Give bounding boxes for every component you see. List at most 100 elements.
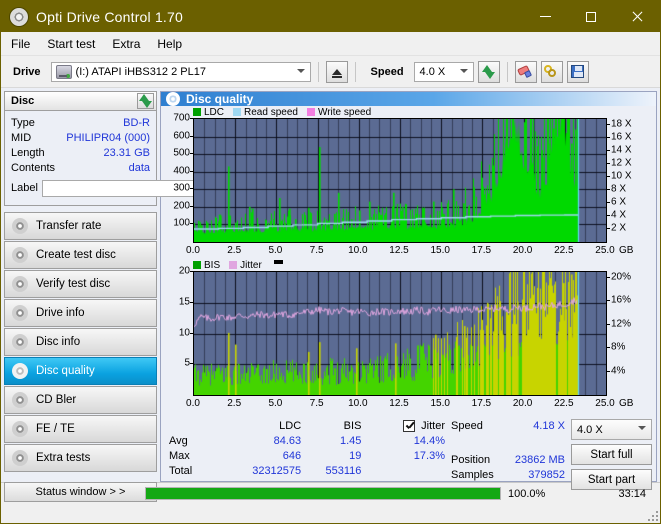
sidebar-item-disc-info[interactable]: Disc info bbox=[4, 328, 157, 356]
stats-avg-jitter: 14.4% bbox=[413, 434, 445, 447]
legend-item-ldc: LDC bbox=[193, 107, 224, 118]
title-bar: Opti Drive Control 1.70 bbox=[1, 1, 660, 32]
menu-item-start-test[interactable]: Start test bbox=[47, 35, 105, 53]
sidebar-item-transfer-rate[interactable]: Transfer rate bbox=[4, 212, 157, 240]
chain-button[interactable] bbox=[540, 60, 563, 83]
close-button[interactable] bbox=[614, 1, 660, 32]
sidebar-item-label: Disc info bbox=[36, 336, 81, 348]
maximize-button[interactable] bbox=[568, 1, 614, 32]
application-window: Opti Drive Control 1.70 File Start test … bbox=[0, 0, 661, 524]
sidebar-item-verify-test-disc[interactable]: Verify test disc bbox=[4, 270, 157, 298]
jitter-checkbox[interactable] bbox=[403, 419, 416, 432]
disc-label-caption: Label bbox=[11, 182, 38, 194]
toolbar-divider bbox=[317, 61, 319, 82]
start-full-button[interactable]: Start full bbox=[571, 444, 652, 465]
sidebar-item-label: Drive info bbox=[36, 307, 85, 319]
disc-type-value: BD-R bbox=[123, 116, 150, 129]
disc-panel-header: Disc bbox=[4, 91, 157, 111]
statistics-table: LDC BIS Jitter Avg 84.63 1.45 14.4% Max … bbox=[161, 418, 451, 490]
sidebar-item-disc-quality[interactable]: Disc quality bbox=[4, 357, 157, 385]
legend-swatch-read-speed bbox=[233, 108, 242, 116]
menu-item-help[interactable]: Help bbox=[157, 35, 192, 53]
chevron-down-icon bbox=[638, 425, 646, 433]
axis-tick-label: 20 bbox=[178, 265, 190, 277]
stats-header-bis: BIS bbox=[343, 419, 362, 432]
axis-tick-label: 12.5 bbox=[389, 398, 409, 409]
legend-item-jitter: Jitter bbox=[229, 260, 262, 271]
axis-tick-label: 20.0 bbox=[512, 398, 533, 409]
axis-tick-label: 14 X bbox=[611, 144, 632, 156]
sidebar-item-fe-te[interactable]: FE / TE bbox=[4, 415, 157, 443]
disc-length-value: 23.31 GB bbox=[103, 146, 150, 159]
sidebar-item-create-test-disc[interactable]: Create test disc bbox=[4, 241, 157, 269]
legend-label-jitter: Jitter bbox=[240, 259, 262, 271]
ldc-chart-legend: LDC Read speed Write speed bbox=[161, 106, 656, 118]
test-speed-select[interactable]: 4.0 X bbox=[571, 419, 652, 440]
stats-header-ldc: LDC bbox=[279, 419, 302, 432]
bis-y-axis: 5 10 15 20 bbox=[161, 266, 193, 396]
legend-label-ldc: LDC bbox=[204, 106, 225, 118]
axis-tick bbox=[607, 276, 610, 278]
axis-tick-label: 20% bbox=[611, 271, 632, 283]
disc-icon bbox=[12, 218, 28, 234]
readout-samples-value: 379852 bbox=[528, 468, 565, 481]
disc-icon bbox=[12, 247, 28, 263]
axis-unit-label: GB bbox=[619, 245, 634, 256]
sidebar-item-cd-bler[interactable]: CD Bler bbox=[4, 386, 157, 414]
axis-tick-label: 8 X bbox=[611, 183, 627, 195]
axis-tick-label: 15 bbox=[178, 296, 190, 308]
disc-icon bbox=[12, 305, 28, 321]
axis-tick-label: 10 bbox=[178, 327, 190, 338]
readout-position-label: Position bbox=[451, 453, 491, 466]
axis-tick bbox=[607, 347, 610, 349]
axis-tick bbox=[607, 215, 610, 217]
legend-swatch-ldc bbox=[193, 108, 201, 116]
maximize-icon bbox=[586, 11, 596, 22]
sidebar-item-drive-info[interactable]: Drive info bbox=[4, 299, 157, 327]
menu-item-file[interactable]: File bbox=[11, 35, 40, 53]
app-disc-icon bbox=[10, 7, 28, 26]
sidebar-item-label: Transfer rate bbox=[36, 220, 102, 232]
legend-label-write-speed: Write speed bbox=[317, 106, 372, 118]
axis-tick bbox=[607, 370, 610, 372]
stats-max-ldc: 646 bbox=[282, 449, 302, 462]
save-button[interactable] bbox=[566, 60, 589, 83]
readout-row-speed: Speed 4.18 X bbox=[451, 418, 571, 433]
speed-select[interactable]: 4.0 X bbox=[413, 61, 474, 82]
refresh-icon bbox=[481, 64, 496, 79]
axis-tick bbox=[607, 300, 610, 302]
drive-select[interactable]: (I:) ATAPI iHBS312 2 PL17 bbox=[50, 61, 311, 82]
minimize-icon bbox=[539, 16, 551, 17]
erase-button[interactable] bbox=[514, 60, 537, 83]
stats-avg-bis: 1.45 bbox=[339, 434, 362, 447]
sidebar-item-extra-tests[interactable]: Extra tests bbox=[4, 444, 157, 472]
readout-samples-label: Samples bbox=[451, 468, 494, 481]
status-window-button[interactable]: Status window > > bbox=[4, 482, 157, 502]
axis-tick-label: 15.0 bbox=[430, 245, 450, 256]
axis-tick-label: 0.0 bbox=[186, 245, 200, 256]
readout-row-samples: Samples 379852 bbox=[451, 467, 571, 482]
disc-contents-value: data bbox=[128, 161, 150, 174]
toolbar-divider bbox=[506, 61, 508, 82]
eject-button[interactable] bbox=[325, 60, 348, 83]
sidebar-item-label: Verify test disc bbox=[36, 278, 111, 290]
axis-tick-label: 22.5 bbox=[554, 398, 574, 409]
minimize-button[interactable] bbox=[522, 1, 568, 32]
resize-grip[interactable] bbox=[648, 511, 658, 521]
disc-type-label: Type bbox=[11, 116, 35, 129]
charts-area: LDC Read speed Write speed 100 200 300 400 5… bbox=[161, 106, 656, 412]
axis-unit-label: GB bbox=[619, 398, 634, 409]
window-title: Opti Drive Control 1.70 bbox=[36, 8, 183, 25]
disc-label-row: Label bbox=[11, 177, 244, 199]
refresh-button[interactable] bbox=[477, 60, 500, 83]
readout-speed-label: Speed bbox=[451, 419, 483, 432]
axis-tick bbox=[607, 124, 610, 126]
disc-panel-title: Disc bbox=[11, 95, 35, 107]
axis-tick bbox=[607, 137, 610, 139]
stats-total-bis: 553116 bbox=[325, 464, 362, 477]
axis-tick-label: 8% bbox=[611, 341, 626, 353]
menu-item-extra[interactable]: Extra bbox=[112, 35, 150, 53]
legend-item-bis: BIS bbox=[193, 260, 220, 271]
sidebar-item-label: Extra tests bbox=[36, 452, 91, 464]
disc-refresh-button[interactable] bbox=[137, 93, 154, 109]
